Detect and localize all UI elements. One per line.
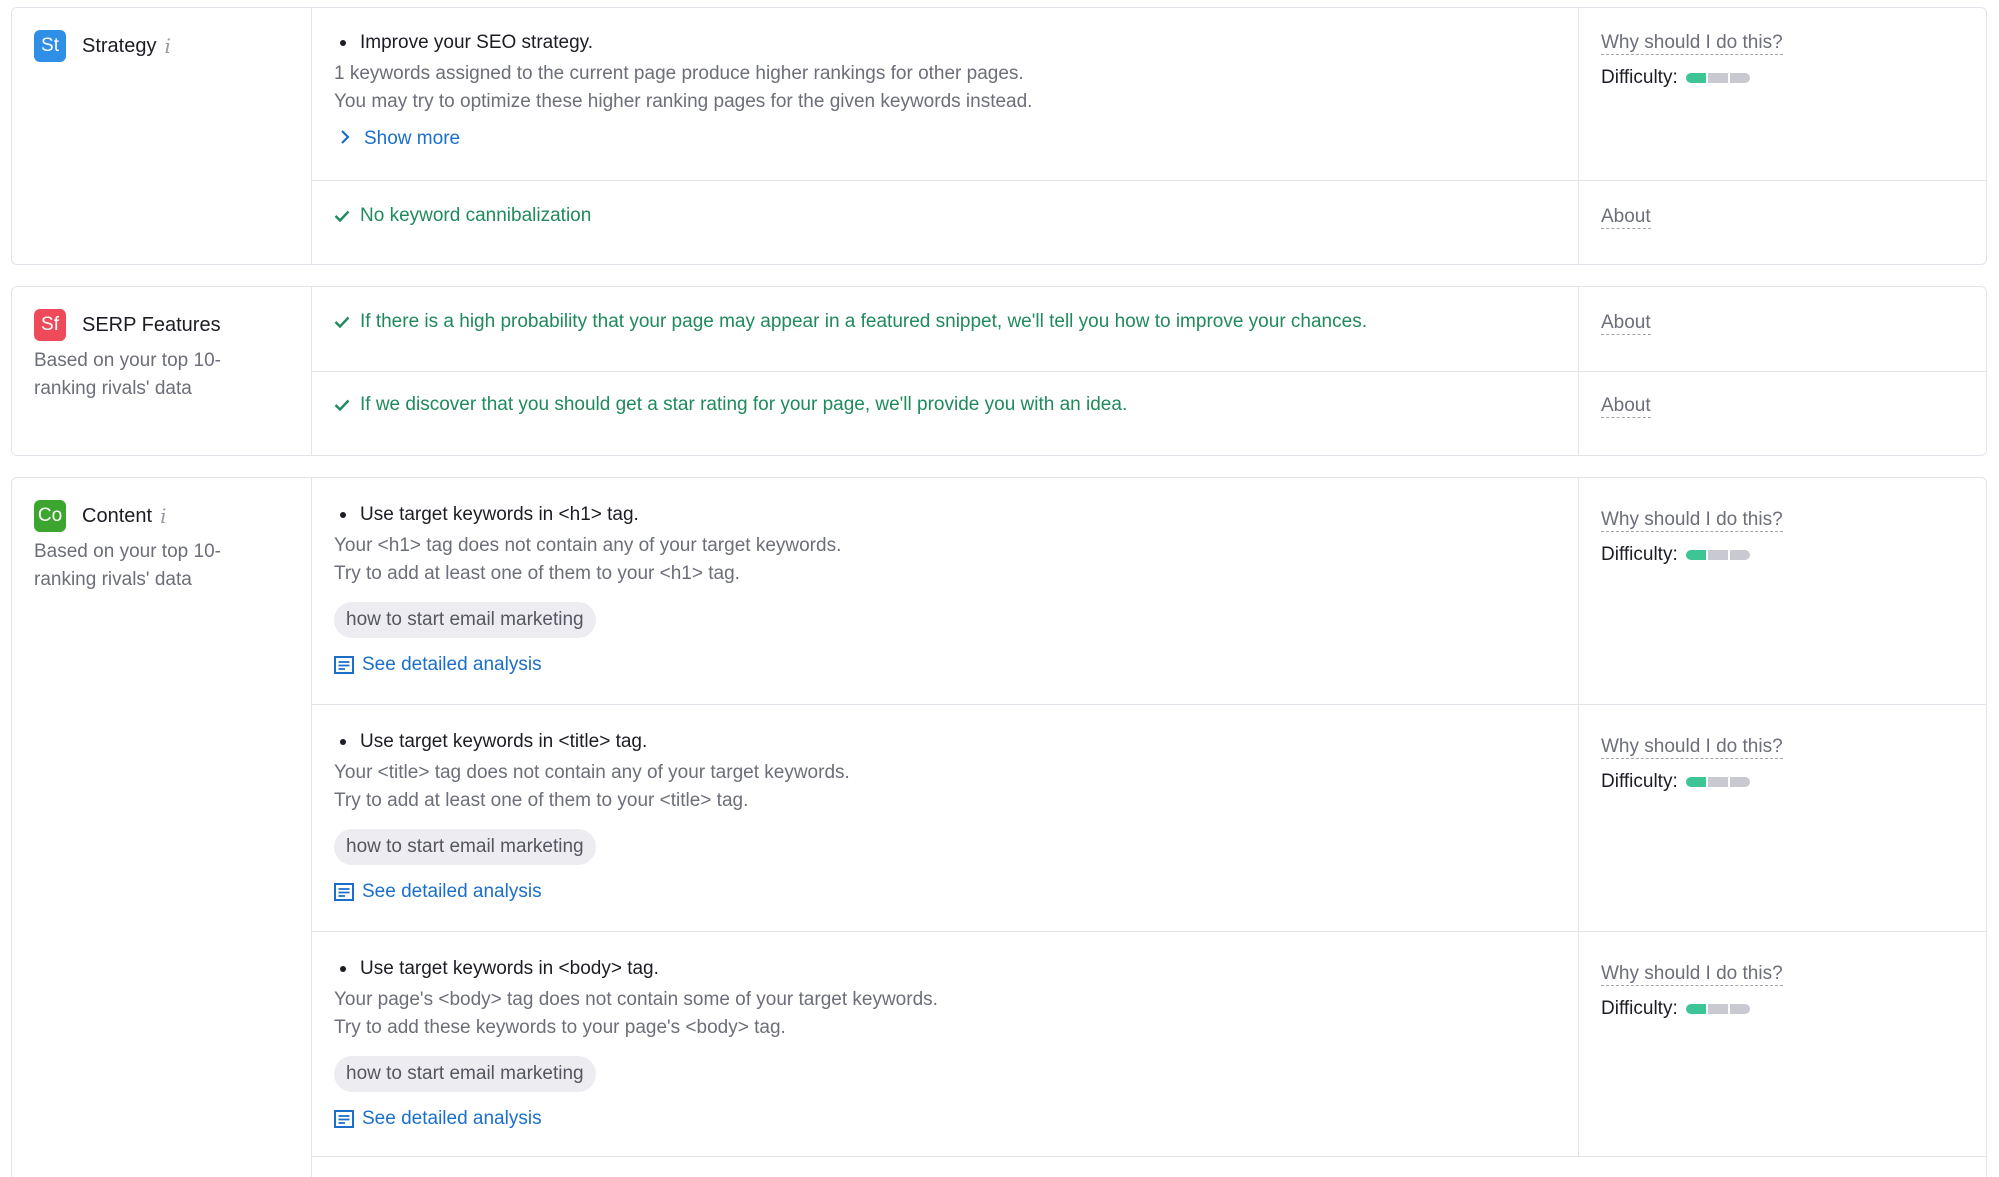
see-detailed-analysis-link[interactable]: See detailed analysis — [334, 1108, 1554, 1130]
bullet-icon — [340, 739, 346, 745]
bullet-icon — [340, 512, 346, 518]
see-detailed-analysis-label: See detailed analysis — [362, 1108, 542, 1129]
serp-title: SERP Features — [82, 313, 221, 336]
issue-title: Use target keywords in <title> tag. — [360, 731, 648, 752]
ok-message: No keyword cannibalization — [360, 205, 592, 226]
difficulty-label: Difficulty: — [1601, 771, 1678, 792]
difficulty-label: Difficulty: — [1601, 998, 1678, 1019]
show-more-button[interactable]: Show more — [334, 128, 1554, 150]
issue-description-line-1: 1 keywords assigned to the current page … — [334, 63, 1024, 84]
bullet-icon — [340, 966, 346, 972]
serp-ok-row: If we discover that you should get a sta… — [312, 371, 1986, 456]
difficulty-segment — [1729, 777, 1750, 787]
difficulty-segment — [1685, 1004, 1706, 1014]
seo-ideas-page: St Strategy i Improve your SEO strategy.… — [0, 0, 1999, 1177]
document-icon — [334, 1110, 354, 1128]
keyword-chip: how to start email marketing — [334, 602, 596, 638]
strategy-title: Strategy — [82, 34, 157, 57]
difficulty-segment — [1707, 73, 1728, 83]
about-link[interactable]: About — [1601, 395, 1651, 418]
content-card: Co Content i Based on your top 10-rankin… — [11, 477, 1987, 1177]
issue-title: Use target keywords in <body> tag. — [360, 958, 659, 979]
issue-description-line-2: Try to add at least one of them to your … — [334, 563, 740, 584]
difficulty-indicator: Difficulty: — [1601, 544, 1986, 566]
difficulty-segment — [1707, 550, 1728, 560]
serp-badge: Sf — [34, 309, 66, 341]
why-should-i-do-this-link[interactable]: Why should I do this? — [1601, 963, 1783, 986]
issue-description-line-1: Your <h1> tag does not contain any of yo… — [334, 535, 842, 556]
see-detailed-analysis-label: See detailed analysis — [362, 881, 542, 902]
chevron-right-icon — [341, 130, 350, 144]
see-detailed-analysis-link[interactable]: See detailed analysis — [334, 881, 1554, 903]
why-should-i-do-this-link[interactable]: Why should I do this? — [1601, 32, 1783, 55]
issue-description-line-2: Try to add these keywords to your page's… — [334, 1017, 786, 1038]
serp-category: Sf SERP Features Based on your top 10-ra… — [12, 287, 312, 455]
difficulty-bar — [1685, 1004, 1750, 1014]
ok-message: If we discover that you should get a sta… — [360, 394, 1128, 415]
difficulty-segment — [1685, 73, 1706, 83]
difficulty-indicator: Difficulty: — [1601, 67, 1986, 89]
why-should-i-do-this-link[interactable]: Why should I do this? — [1601, 509, 1783, 532]
document-icon — [334, 883, 354, 901]
issue-title: Improve your SEO strategy. — [360, 32, 594, 53]
difficulty-indicator: Difficulty: — [1601, 998, 1986, 1020]
difficulty-label: Difficulty: — [1601, 67, 1678, 88]
check-icon — [334, 399, 350, 411]
serp-features-card: Sf SERP Features Based on your top 10-ra… — [11, 286, 1987, 456]
difficulty-indicator: Difficulty: — [1601, 771, 1986, 793]
content-subtitle: Based on your top 10-ranking rivals' dat… — [34, 541, 221, 590]
check-icon — [334, 210, 350, 222]
content-issue-row: Use target keywords in <title> tag. Your… — [312, 704, 1986, 931]
strategy-issue-row: Improve your SEO strategy. 1 keywords as… — [312, 8, 1986, 180]
about-link[interactable]: About — [1601, 206, 1651, 229]
strategy-badge: St — [34, 30, 66, 62]
content-issue-row: Use target keywords in <h1> tag. Your <h… — [312, 478, 1986, 704]
issue-description-line-1: Your page's <body> tag does not contain … — [334, 989, 938, 1010]
difficulty-label: Difficulty: — [1601, 544, 1678, 565]
content-badge: Co — [34, 500, 66, 532]
strategy-ok-row: No keyword cannibalization About — [312, 180, 1986, 265]
see-detailed-analysis-label: See detailed analysis — [362, 654, 542, 675]
issue-title: Use target keywords in <h1> tag. — [360, 504, 639, 525]
see-detailed-analysis-link[interactable]: See detailed analysis — [334, 654, 1554, 676]
content-issue-row: Use target keywords in <body> tag. Your … — [312, 931, 1986, 1157]
show-more-label: Show more — [364, 128, 461, 149]
difficulty-segment — [1729, 73, 1750, 83]
why-should-i-do-this-link[interactable]: Why should I do this? — [1601, 736, 1783, 759]
difficulty-segment — [1685, 550, 1706, 560]
check-icon — [334, 316, 350, 328]
difficulty-segment — [1729, 1004, 1750, 1014]
serp-subtitle: Based on your top 10-ranking rivals' dat… — [34, 350, 221, 399]
difficulty-segment — [1685, 777, 1706, 787]
serp-ok-row: If there is a high probability that your… — [312, 287, 1986, 371]
about-link[interactable]: About — [1601, 312, 1651, 335]
info-icon[interactable]: i — [160, 504, 166, 528]
keyword-chip: how to start email marketing — [334, 829, 596, 865]
difficulty-bar — [1685, 777, 1750, 787]
issue-description-line-2: You may try to optimize these higher ran… — [334, 91, 1033, 112]
issue-description-line-1: Your <title> tag does not contain any of… — [334, 762, 850, 783]
strategy-card: St Strategy i Improve your SEO strategy.… — [11, 7, 1987, 265]
strategy-category: St Strategy i — [12, 8, 312, 264]
ok-message: If there is a high probability that your… — [360, 311, 1367, 332]
difficulty-segment — [1707, 1004, 1728, 1014]
info-icon[interactable]: i — [164, 34, 170, 58]
content-category: Co Content i Based on your top 10-rankin… — [12, 478, 312, 1177]
difficulty-bar — [1685, 550, 1750, 560]
difficulty-segment — [1729, 550, 1750, 560]
difficulty-bar — [1685, 73, 1750, 83]
bullet-icon — [340, 40, 346, 46]
issue-description-line-2: Try to add at least one of them to your … — [334, 790, 749, 811]
difficulty-segment — [1707, 777, 1728, 787]
keyword-chip: how to start email marketing — [334, 1056, 596, 1092]
document-icon — [334, 656, 354, 674]
content-title: Content — [82, 504, 153, 527]
